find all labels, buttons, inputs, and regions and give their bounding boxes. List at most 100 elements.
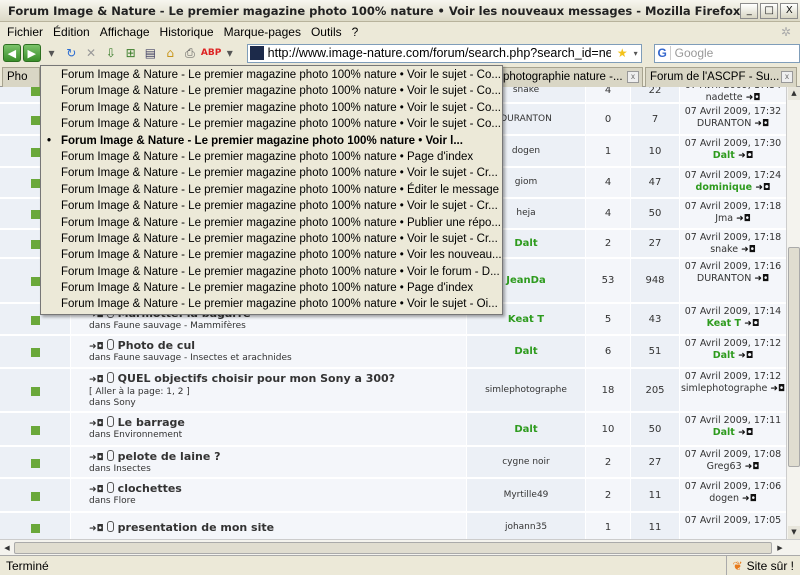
last-post-user[interactable]: dogen ➜◘ [680,493,786,505]
forward-button[interactable]: ▶ [22,44,41,62]
topic-forum-location[interactable]: dans Flore [89,496,136,506]
last-post-username[interactable]: dogen [709,493,739,504]
goto-last-post-icon[interactable]: ➜◘ [745,462,760,472]
topic-author[interactable]: Dalt [467,424,585,435]
topic-forum-location[interactable]: dans Faune sauvage - Mammifères [89,321,246,331]
last-post-username[interactable]: simlephotographe [681,383,767,394]
topic-forum-location[interactable]: dans Sony [89,398,136,408]
goto-last-post-icon[interactable]: ➜◘ [746,93,761,103]
goto-last-post-icon[interactable]: ➜◘ [755,183,770,193]
last-post-user[interactable]: simlephotographe ➜◘ [680,383,786,395]
last-post-user[interactable]: Jma ➜◘ [680,213,786,225]
new-post-arrow-icon[interactable]: ➜◘ [89,342,104,352]
goto-last-post-icon[interactable]: ➜◘ [754,119,769,129]
url-bar[interactable]: http://www.image-nature.com/forum/search… [246,43,642,63]
scroll-thumb-horizontal[interactable] [14,542,772,554]
topic-author[interactable]: simlephotographe [467,385,585,395]
menu-fichier[interactable]: Fichier [2,25,48,39]
history-menu-item[interactable]: Forum Image & Nature - Le premier magazi… [41,296,502,312]
back-button[interactable]: ◀ [3,44,21,62]
last-post-user[interactable]: Dalt ➜◘ [680,350,786,362]
scroll-up-icon[interactable]: ▲ [788,87,800,100]
menu-affichage[interactable]: Affichage [95,25,155,39]
new-post-arrow-icon[interactable]: ➜◘ [89,419,104,429]
last-post-user[interactable]: Dalt ➜◘ [680,150,786,162]
topic-forum-location[interactable]: dans Environnement [89,430,182,440]
topic-link[interactable]: ➜◘ Le barrage [89,416,185,429]
goto-last-post-icon[interactable]: ➜◘ [754,274,769,284]
download-icon[interactable]: ⇩ [102,44,120,62]
last-post-user[interactable]: Greg63 ➜◘ [680,461,786,473]
history-menu-item[interactable]: Forum Image & Nature - Le premier magazi… [41,116,502,132]
topic-title[interactable]: Le barrage [118,416,185,429]
last-post-user[interactable]: DURANTON ➜◘ [680,118,786,130]
topic-link[interactable]: ➜◘ clochettes [89,482,182,495]
scroll-right-icon[interactable]: ▶ [774,542,786,554]
topic-author[interactable]: johann35 [467,522,585,532]
reload-icon[interactable]: ↻ [62,44,80,62]
topic-title[interactable]: pelote de laine ? [118,450,221,463]
topic-link[interactable]: ➜◘ QUEL objectifs choisir pour mon Sony a… [89,372,395,385]
url-text[interactable]: http://www.image-nature.com/forum/search… [268,46,611,60]
maximize-button[interactable]: □ [760,2,779,19]
google-icon[interactable]: G [655,46,671,60]
scroll-thumb[interactable] [788,247,800,467]
search-placeholder[interactable]: Google [675,46,714,60]
topic-title[interactable]: clochettes [118,482,182,495]
history-menu-item[interactable]: Forum Image & Nature - Le premier magazi… [41,67,502,83]
history-menu-item[interactable]: Forum Image & Nature - Le premier magazi… [41,231,502,247]
last-post-username[interactable]: Greg63 [707,461,742,472]
history-menu-item[interactable]: Forum Image & Nature - Le premier magazi… [41,264,502,280]
menu-marque-pages[interactable]: Marque-pages [219,25,306,39]
topic-link[interactable]: ➜◘ pelote de laine ? [89,450,221,463]
topic-link[interactable]: ➜◘ presentation de mon site [89,521,274,534]
last-post-user[interactable]: DURANTON ➜◘ [680,273,786,285]
history-menu-item[interactable]: Forum Image & Nature - Le premier magazi… [41,280,502,296]
menu-historique[interactable]: Historique [155,25,219,39]
topic-author[interactable]: Dalt [467,346,585,357]
last-post-user[interactable]: Keat T ➜◘ [680,318,786,330]
horizontal-scrollbar[interactable]: ◀ ▶ [0,539,800,555]
tab-close-icon[interactable]: x [781,71,793,83]
adblock-icon[interactable]: ABP [201,44,221,62]
topic-author[interactable]: cygne noir [467,457,585,467]
close-button[interactable]: X [780,2,799,19]
new-post-arrow-icon[interactable]: ➜◘ [89,453,104,463]
goto-last-post-icon[interactable]: ➜◘ [738,351,753,361]
topic-author[interactable]: Keat T [467,314,585,325]
menu-outils[interactable]: Outils [306,25,347,39]
goto-last-post-icon[interactable]: ➜◘ [738,151,753,161]
last-post-username[interactable]: DURANTON [697,118,751,129]
url-dropdown-icon[interactable]: ▾ [634,49,638,58]
goto-last-post-icon[interactable]: ➜◘ [736,214,751,224]
history-menu-item[interactable]: Forum Image & Nature - Le premier magazi… [41,165,502,181]
scroll-left-icon[interactable]: ◀ [1,542,13,554]
star-icon[interactable]: ★ [617,46,628,60]
last-post-user[interactable]: nadette ➜◘ [680,92,786,104]
history-menu-item[interactable]: Forum Image & Nature - Le premier magazi… [41,83,502,99]
scroll-down-icon[interactable]: ▼ [788,526,800,539]
history-menu-item[interactable]: • Forum Image & Nature - Le premier magaz… [41,133,502,149]
history-menu-item[interactable]: Forum Image & Nature - Le premier magazi… [41,198,502,214]
goto-last-post-icon[interactable]: ➜◘ [744,319,759,329]
new-post-arrow-icon[interactable]: ➜◘ [89,524,104,534]
history-dropdown-icon[interactable]: ▾ [43,44,61,62]
print-icon[interactable]: ⎙ [181,44,199,62]
tab-close-icon[interactable]: x [627,71,639,83]
tab-2[interactable]: photographie nature -... x [498,67,643,87]
menu-edition[interactable]: Édition [48,25,95,39]
topic-author[interactable]: Myrtille49 [467,490,585,500]
last-post-username[interactable]: snake [710,244,738,255]
topic-forum-location[interactable]: dans Insectes [89,464,151,474]
new-post-arrow-icon[interactable]: ➜◘ [89,375,104,385]
topic-title[interactable]: QUEL objectifs choisir pour mon Sony a 3… [118,372,395,385]
last-post-user[interactable]: snake ➜◘ [680,244,786,256]
goto-last-post-icon[interactable]: ➜◘ [742,494,757,504]
history-menu-item[interactable]: Forum Image & Nature - Le premier magazi… [41,182,502,198]
goto-last-post-icon[interactable]: ➜◘ [741,245,756,255]
goto-last-post-icon[interactable]: ➜◘ [738,428,753,438]
menu-help[interactable]: ? [347,25,364,39]
last-post-user[interactable]: dominique ➜◘ [680,182,786,194]
last-post-username[interactable]: Jma [715,213,733,224]
new-post-arrow-icon[interactable]: ➜◘ [89,485,104,495]
